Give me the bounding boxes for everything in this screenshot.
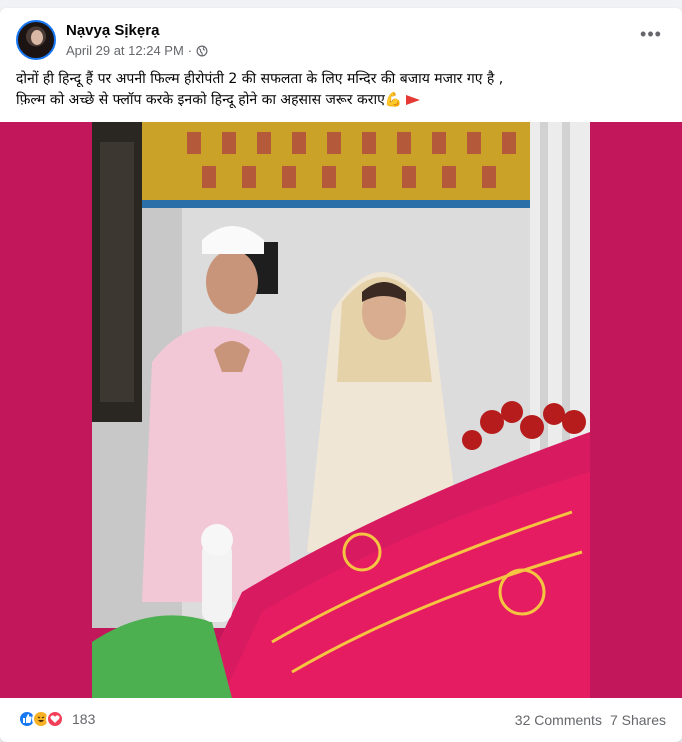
post-header: Nạvyạ Sịkẹrạ April 29 at 12:24 PM · ••• [16, 20, 666, 64]
post-timestamp[interactable]: April 29 at 12:24 PM [66, 43, 184, 58]
photo-scene [92, 122, 590, 698]
more-options-button[interactable]: ••• [636, 25, 666, 50]
avatar-face [31, 30, 43, 45]
author-name[interactable]: Nạvyạ Sịkẹrạ [66, 22, 159, 39]
post-card: Nạvyạ Sịkẹrạ April 29 at 12:24 PM · ••• … [0, 8, 682, 742]
post-photo[interactable] [0, 122, 682, 698]
flag-icon [406, 95, 421, 105]
reaction-count: 183 [72, 711, 96, 727]
post-text: दोनों ही हिन्दू हैं पर अपनी फिल्म हीरोपं… [16, 69, 666, 111]
post-footer: 183 32 Comments 7 Shares [0, 702, 682, 742]
post-meta: April 29 at 12:24 PM · [66, 43, 208, 58]
comments-count[interactable]: 32 Comments [515, 712, 602, 728]
post-stats: 32 Comments 7 Shares [515, 712, 666, 728]
post-text-line-1: दोनों ही हिन्दू हैं पर अपनी फिल्म हीरोपं… [16, 71, 504, 87]
love-icon [46, 710, 64, 728]
author-avatar[interactable] [16, 20, 56, 60]
post-text-line-2: फ़िल्म को अच्छे से फ्लॉप करके इनको हिन्द… [16, 92, 403, 108]
globe-icon[interactable] [196, 45, 208, 57]
shares-count[interactable]: 7 Shares [610, 712, 666, 728]
reactions-summary[interactable]: 183 [18, 710, 95, 728]
meta-separator: · [187, 43, 193, 58]
post-text-line-2-wrap: फ़िल्म को अच्छे से फ्लॉप करके इनको हिन्द… [16, 90, 666, 111]
